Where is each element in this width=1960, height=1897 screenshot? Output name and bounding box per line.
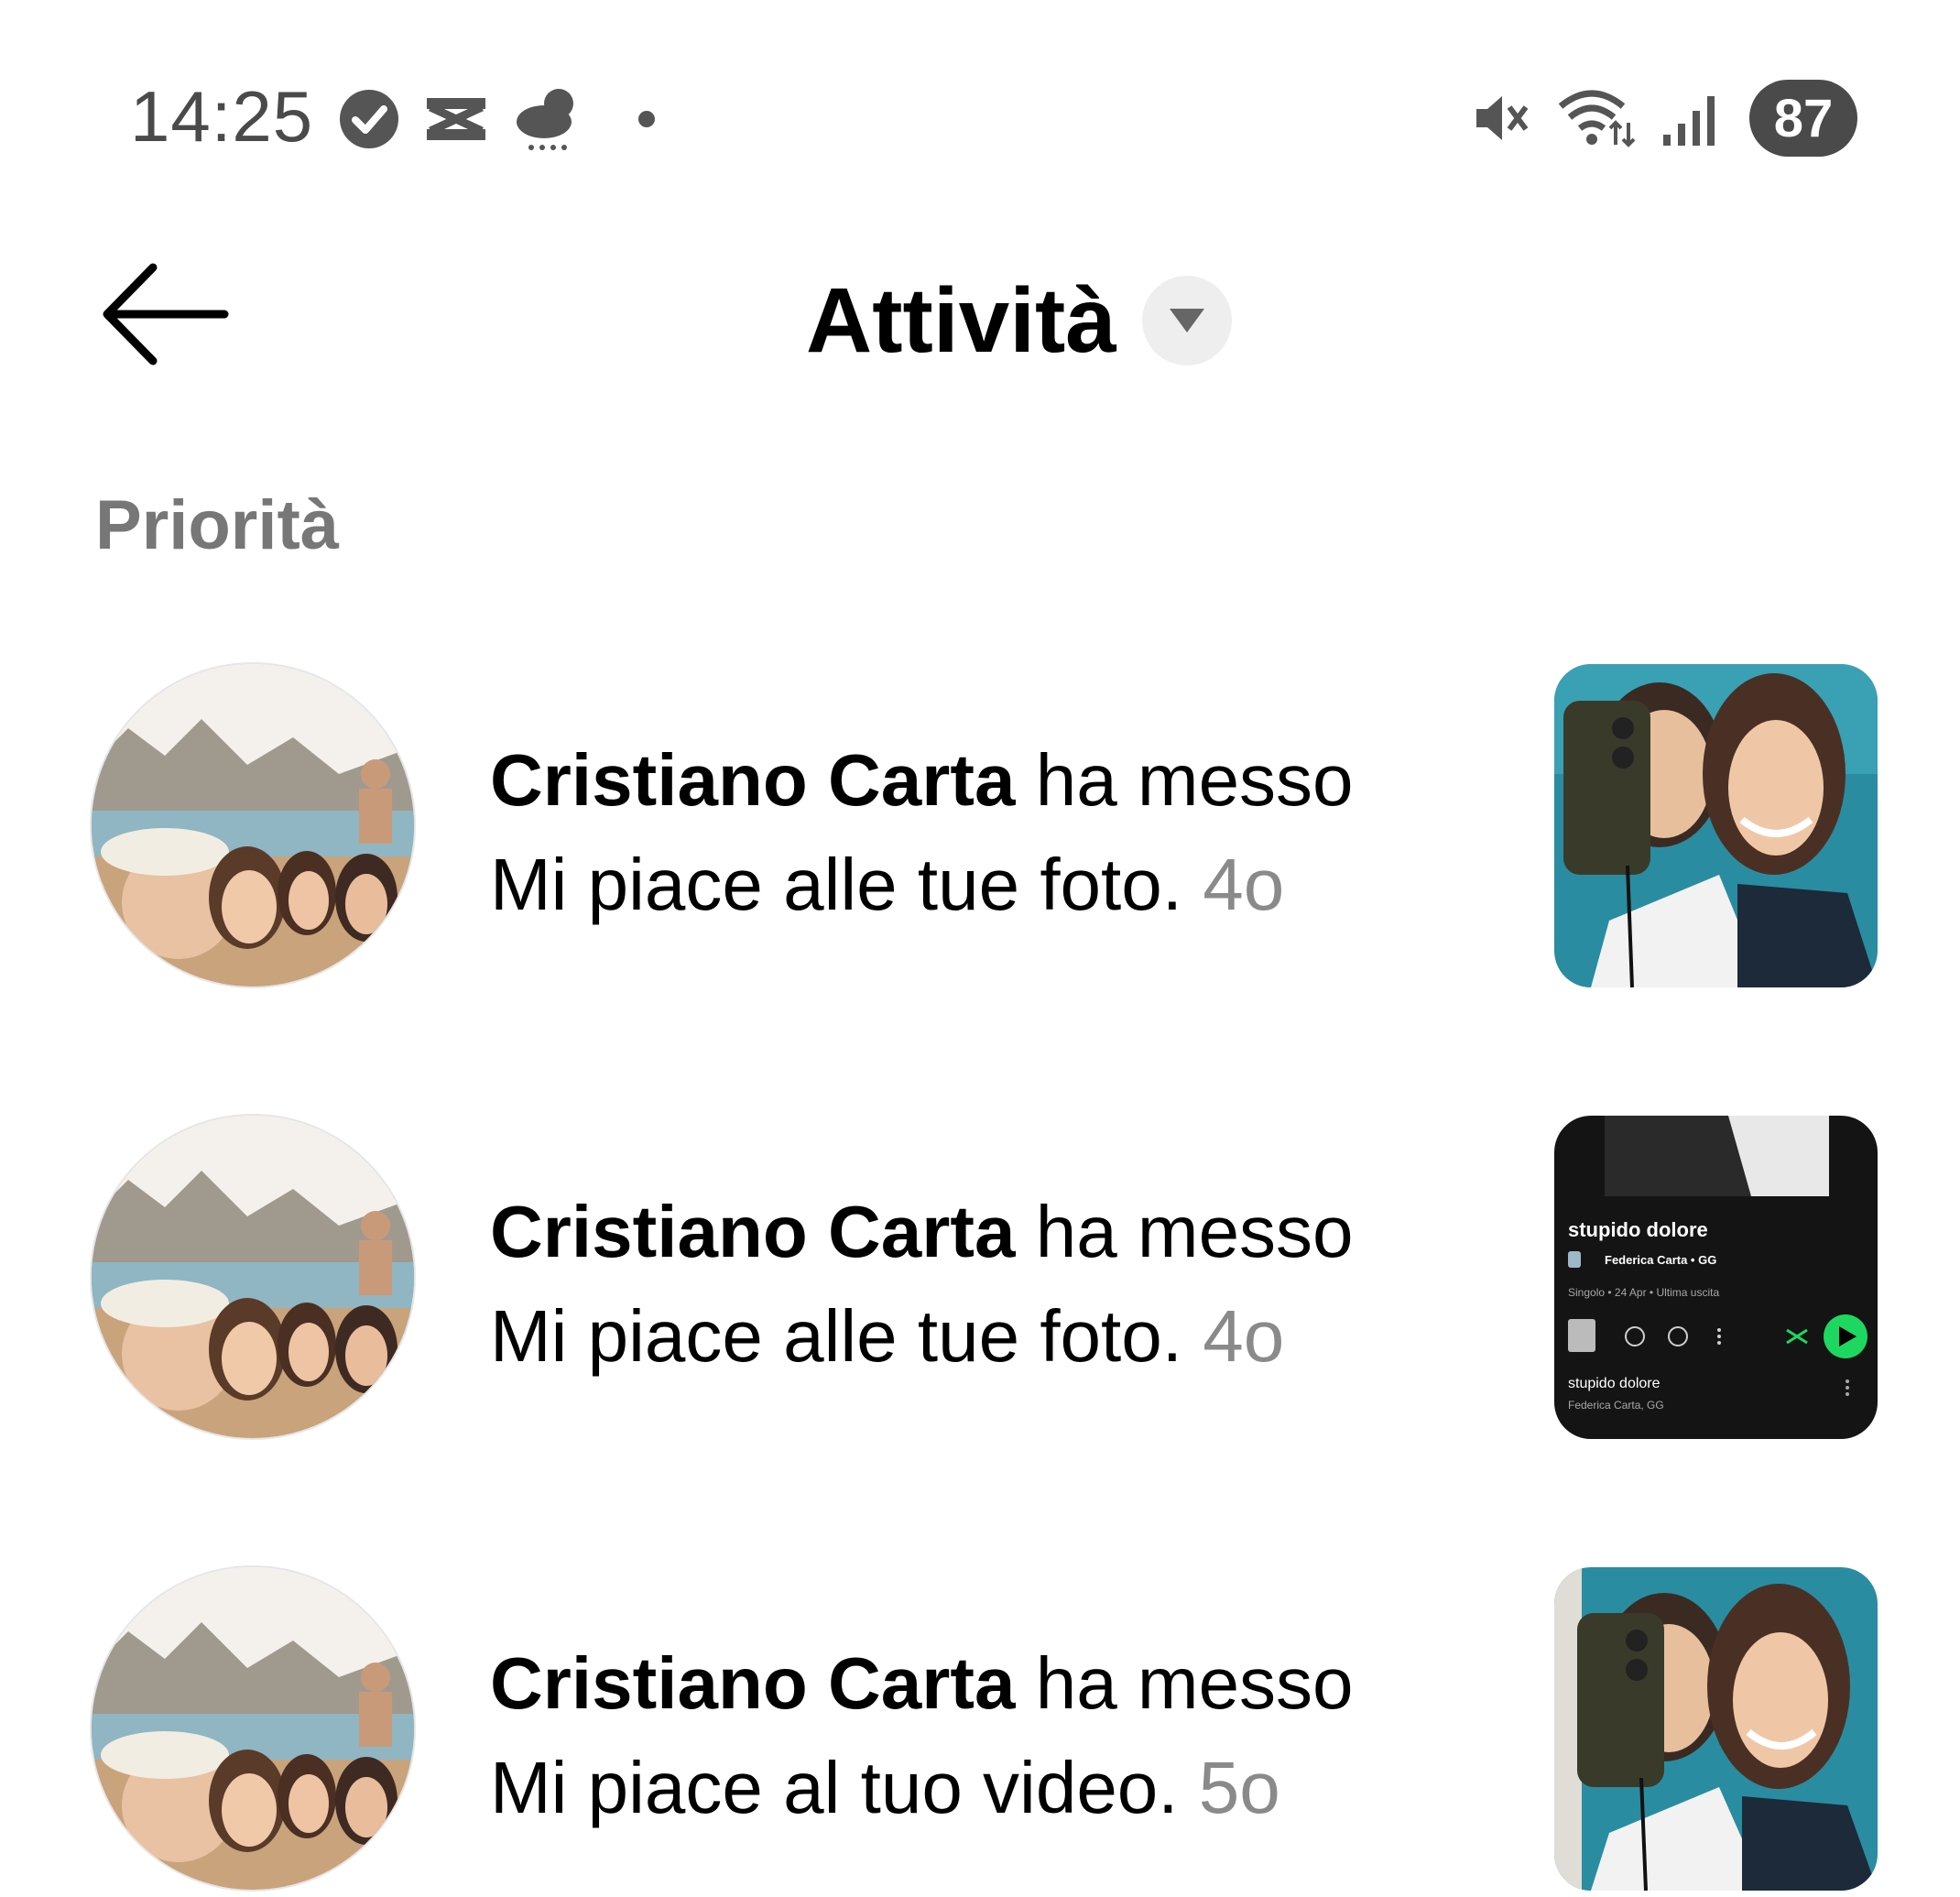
notification-item[interactable]: Cristiano Carta ha messo Mi piace alle t… bbox=[0, 1116, 1960, 1445]
track-title: stupido dolore bbox=[1568, 1376, 1661, 1391]
notification-item[interactable]: Cristiano Carta ha messo Mi piace alle t… bbox=[0, 664, 1960, 994]
music-card-title: stupido dolore bbox=[1568, 1218, 1708, 1241]
user-name[interactable]: Cristiano Carta bbox=[490, 1191, 1015, 1272]
notification-item[interactable]: Cristiano Carta ha messo Mi piace al tuo… bbox=[0, 1567, 1960, 1897]
arrow-left-icon bbox=[103, 263, 229, 365]
dot-icon bbox=[638, 111, 655, 127]
activity-title-dropdown[interactable]: Attività bbox=[806, 266, 1232, 376]
weather-rain-icon bbox=[517, 89, 573, 150]
notification-age: 4o bbox=[1203, 1295, 1285, 1377]
video-thumbnail[interactable] bbox=[1554, 1567, 1878, 1891]
music-card-meta: Singolo • 24 Apr • Ultima uscita bbox=[1568, 1286, 1719, 1299]
wifi-icon bbox=[1558, 90, 1636, 147]
notification-text: Cristiano Carta ha messo Mi piace alle t… bbox=[490, 728, 1443, 937]
back-button[interactable] bbox=[96, 255, 234, 374]
page-title: Attività bbox=[806, 268, 1116, 372]
avatar[interactable] bbox=[92, 1567, 414, 1890]
notification-age: 4o bbox=[1203, 844, 1285, 925]
avatar[interactable] bbox=[92, 1116, 414, 1438]
mute-icon bbox=[1476, 96, 1529, 140]
music-card-thumbnail[interactable]: stupido dolore Federica Carta • GG Singo… bbox=[1554, 1116, 1878, 1439]
status-right-icons: 87 bbox=[1473, 77, 1857, 159]
user-name[interactable]: Cristiano Carta bbox=[490, 1642, 1015, 1724]
capcut-icon bbox=[427, 98, 485, 140]
notification-text: Cristiano Carta ha messo Mi piace alle t… bbox=[490, 1180, 1443, 1389]
notification-age: 5o bbox=[1198, 1747, 1280, 1828]
notification-text: Cristiano Carta ha messo Mi piace al tuo… bbox=[490, 1631, 1443, 1840]
status-left-icons bbox=[337, 82, 661, 156]
music-card-artists: Federica Carta • GG bbox=[1605, 1253, 1716, 1267]
status-bar: 14:25 87 bbox=[0, 0, 1960, 238]
battery-indicator: 87 bbox=[1749, 80, 1857, 157]
track-artists: Federica Carta, GG bbox=[1568, 1399, 1664, 1412]
section-title: Priorità bbox=[95, 486, 340, 564]
check-circle-icon bbox=[340, 90, 398, 148]
user-name[interactable]: Cristiano Carta bbox=[490, 739, 1015, 821]
signal-icon bbox=[1663, 96, 1715, 146]
status-time: 14:25 bbox=[130, 76, 314, 157]
triangle-down-icon bbox=[1169, 309, 1204, 333]
post-thumbnail[interactable] bbox=[1554, 664, 1878, 987]
avatar[interactable] bbox=[92, 664, 414, 987]
dropdown-toggle[interactable] bbox=[1141, 276, 1232, 365]
